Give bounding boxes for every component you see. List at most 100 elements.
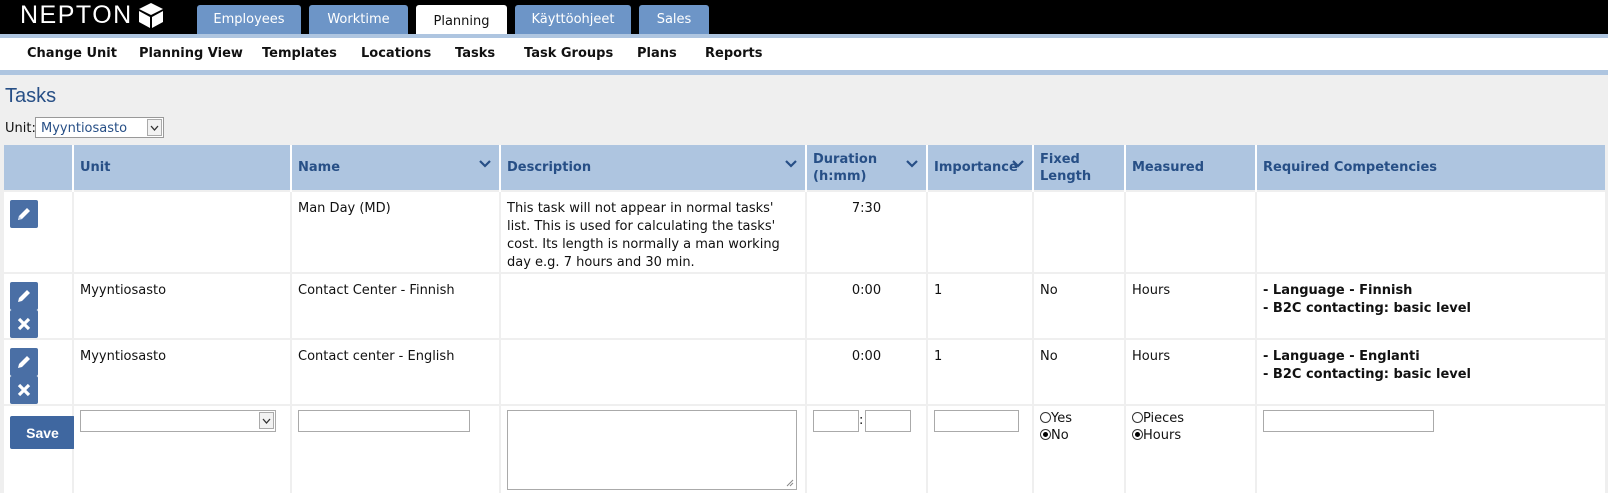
subnav-plans[interactable]: Plans (637, 46, 677, 61)
cell-competencies: - Language - Finnish - B2C contacting: b… (1256, 272, 1605, 339)
tasks-table: Unit Name Description Duration (h:mm) Imp… (4, 145, 1605, 493)
cell-unit: Myyntiosasto (73, 272, 292, 339)
new-unit-cell (73, 404, 292, 493)
header-fixed-length[interactable]: Fixed Length (1033, 145, 1126, 191)
cell-name: Contact center - English (291, 338, 501, 405)
tab-kayttoohjeet[interactable]: Käyttöohjeet (515, 5, 631, 34)
new-duration-cell: : (806, 404, 928, 493)
sort-chevron-icon[interactable] (1012, 160, 1024, 168)
cell-importance: 1 (927, 338, 1034, 405)
delete-button[interactable] (10, 310, 38, 338)
radio-button[interactable] (1132, 429, 1143, 440)
new-duration-minutes-input[interactable] (865, 410, 911, 432)
competency-item: - Language - Finnish (1263, 283, 1413, 298)
subnav-task-groups[interactable]: Task Groups (524, 46, 613, 61)
new-unit-select[interactable] (80, 410, 276, 432)
cell-unit (73, 190, 292, 273)
table-header-row: Unit Name Description Duration (h:mm) Imp… (4, 145, 1605, 191)
header-competencies[interactable]: Required Competencies (1256, 145, 1605, 191)
competency-item: - Language - Englanti (1263, 349, 1420, 364)
table-row: Man Day (MD) This task will not appear i… (4, 190, 1605, 273)
new-fixed-length-cell: Yes No (1033, 404, 1126, 493)
pencil-icon (18, 290, 30, 302)
unit-select[interactable]: Myyntiosasto (35, 117, 164, 138)
cell-description: This task will not appear in normal task… (500, 190, 807, 273)
competency-item: - B2C contacting: basic level (1263, 367, 1472, 382)
row-actions (4, 190, 74, 273)
cell-description (500, 272, 807, 339)
cube-logo-icon (138, 3, 163, 28)
radio-button[interactable] (1040, 412, 1051, 423)
competency-item: - B2C contacting: basic level (1263, 301, 1472, 316)
new-importance-input[interactable] (934, 410, 1019, 432)
new-competencies-input[interactable] (1263, 410, 1434, 432)
chevron-down-icon[interactable] (147, 119, 162, 136)
resize-grip-icon[interactable] (786, 479, 794, 487)
subnav-change-unit[interactable]: Change Unit (27, 46, 117, 61)
cell-duration: 0:00 (806, 338, 928, 405)
unit-select-value: Myyntiosasto (41, 121, 128, 136)
fixed-no-option[interactable]: No (1040, 427, 1118, 444)
fixed-yes-option[interactable]: Yes (1040, 410, 1118, 427)
header-measured[interactable]: Measured (1125, 145, 1257, 191)
table-row: Myyntiosasto Contact Center - Finnish 0:… (4, 272, 1605, 339)
delete-button[interactable] (10, 376, 38, 404)
subnav-locations[interactable]: Locations (361, 46, 431, 61)
measured-hours-option[interactable]: Hours (1132, 427, 1249, 444)
radio-button[interactable] (1040, 429, 1051, 440)
cell-fixed-length (1033, 190, 1126, 273)
sub-navigation: Change Unit Planning View Templates Loca… (0, 38, 1608, 70)
sort-chevron-icon[interactable] (479, 160, 491, 168)
edit-button[interactable] (10, 348, 38, 376)
cell-importance: 1 (927, 272, 1034, 339)
pencil-icon (18, 356, 30, 368)
logo-text: NEPTON (20, 0, 133, 29)
row-actions (4, 338, 74, 405)
header-unit[interactable]: Unit (73, 145, 292, 191)
row-actions (4, 272, 74, 339)
new-name-input[interactable] (298, 410, 470, 432)
radio-button[interactable] (1132, 412, 1143, 423)
header-name[interactable]: Name (291, 145, 501, 191)
new-task-row: Save : Yes No Pieces Hours (4, 404, 1605, 493)
subnav-tasks[interactable]: Tasks (455, 46, 495, 61)
cell-name: Contact Center - Finnish (291, 272, 501, 339)
cell-name: Man Day (MD) (291, 190, 501, 273)
table-row: Myyntiosasto Contact center - English 0:… (4, 338, 1605, 405)
new-description-textarea[interactable] (507, 410, 797, 490)
sort-chevron-icon[interactable] (785, 160, 797, 168)
cell-measured: Hours (1125, 272, 1257, 339)
new-measured-cell: Pieces Hours (1125, 404, 1257, 493)
edit-button[interactable] (10, 200, 38, 228)
sort-chevron-icon[interactable] (906, 160, 918, 168)
chevron-down-icon[interactable] (259, 412, 274, 429)
unit-label: Unit: (5, 121, 36, 136)
pencil-icon (18, 208, 30, 220)
subnav-templates[interactable]: Templates (262, 46, 337, 61)
cell-duration: 0:00 (806, 272, 928, 339)
header-actions (4, 145, 74, 191)
new-competencies-cell (1256, 404, 1605, 493)
header-importance[interactable]: Importance (927, 145, 1034, 191)
subnav-reports[interactable]: Reports (705, 46, 762, 61)
measured-pieces-option[interactable]: Pieces (1132, 410, 1249, 427)
edit-button[interactable] (10, 282, 38, 310)
header-duration[interactable]: Duration (h:mm) (806, 145, 928, 191)
row-actions: Save (4, 404, 75, 493)
nepton-logo[interactable]: NEPTON (20, 0, 165, 30)
header-description[interactable]: Description (500, 145, 807, 191)
cell-duration: 7:30 (806, 190, 928, 273)
new-name-cell (291, 404, 501, 493)
cell-competencies (1256, 190, 1605, 273)
cell-description (500, 338, 807, 405)
new-duration-hours-input[interactable] (813, 410, 859, 432)
tab-worktime[interactable]: Worktime (309, 5, 408, 34)
cell-measured (1125, 190, 1257, 273)
tab-employees[interactable]: Employees (197, 5, 301, 34)
cell-importance (927, 190, 1034, 273)
save-button[interactable]: Save (10, 416, 75, 449)
subnav-planning-view[interactable]: Planning View (139, 46, 243, 61)
tab-sales[interactable]: Sales (639, 5, 709, 34)
cell-unit: Myyntiosasto (73, 338, 292, 405)
close-icon (17, 317, 31, 331)
